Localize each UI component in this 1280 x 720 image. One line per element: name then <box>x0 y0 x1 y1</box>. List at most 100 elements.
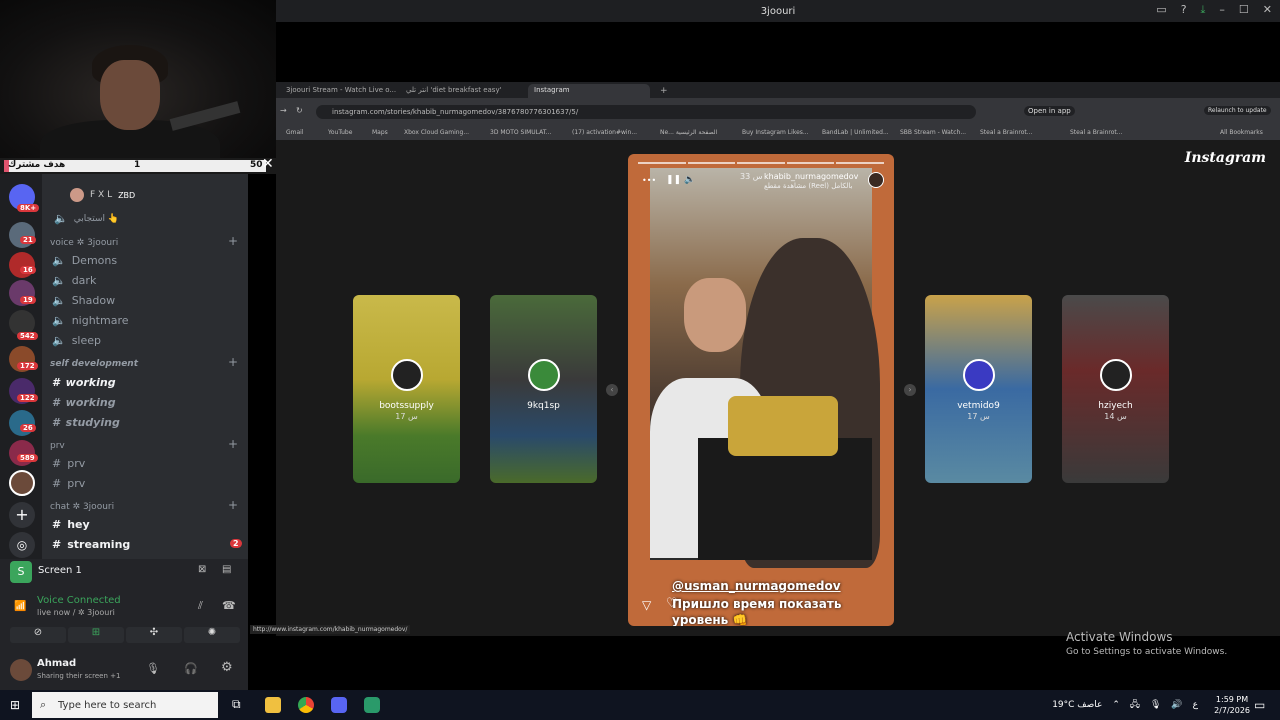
bookmark[interactable]: (17) activation#win... <box>572 129 637 136</box>
language-indicator[interactable]: ع <box>1193 700 1198 710</box>
text-channel[interactable]: # working <box>52 376 116 389</box>
headphones-icon[interactable]: 🎧 <box>184 662 198 675</box>
server-icon[interactable] <box>9 440 35 466</box>
stop-stream-icon[interactable]: ⊠ <box>198 564 206 575</box>
prev-story-button[interactable]: ‹ <box>606 384 618 396</box>
soundboard-button[interactable]: ✺ <box>184 627 240 643</box>
close-icon[interactable]: ✕ <box>262 156 274 172</box>
bookmark[interactable]: Steal a Brainrot... <box>1070 129 1123 136</box>
more-options-icon[interactable]: ••• <box>642 176 656 185</box>
share-icon[interactable]: ▽ <box>642 598 651 612</box>
voice-channel[interactable]: 🔈 Shadow <box>52 294 115 307</box>
pause-icon[interactable]: ❚❚ <box>666 175 681 185</box>
add-channel-icon[interactable]: + <box>228 234 238 248</box>
bookmark[interactable]: 3D MOTO SIMULAT... <box>490 129 551 136</box>
voice-status[interactable]: Voice Connected <box>37 595 121 606</box>
next-story-button[interactable]: › <box>904 384 916 396</box>
text-channel[interactable]: # studying <box>52 416 120 429</box>
settings-gear-icon[interactable]: ⚙ <box>221 660 233 675</box>
weather[interactable]: 19°C عاصف <box>1052 700 1102 710</box>
story-card[interactable]: bootssupply 17 س <box>353 295 460 483</box>
add-channel-icon[interactable]: + <box>228 355 238 369</box>
add-channel-icon[interactable]: + <box>228 437 238 451</box>
back-icon[interactable]: → <box>280 106 287 115</box>
tab-instagram[interactable]: Instagram <box>528 84 650 98</box>
microphone-icon[interactable]: 🎙 <box>1150 700 1161 710</box>
category-voice[interactable]: voice ✲ 3joouri <box>50 238 118 248</box>
new-tab-button[interactable]: + <box>654 84 674 98</box>
bookmark[interactable]: YouTube <box>328 129 352 136</box>
voice-user[interactable]: F X L ZBD <box>70 188 135 202</box>
bookmark[interactable]: Maps <box>372 129 388 136</box>
windows-start-icon[interactable]: ⊞ <box>10 698 20 712</box>
file-explorer-icon[interactable] <box>265 697 281 713</box>
bookmark[interactable]: Gmail <box>286 129 304 136</box>
camera-off-button[interactable]: ⊘ <box>10 627 66 643</box>
download-icon[interactable]: ⤓ <box>1201 3 1206 17</box>
server-icon[interactable] <box>9 470 35 496</box>
add-server-icon[interactable]: + <box>9 502 35 528</box>
bookmark[interactable]: Buy Instagram Likes... <box>742 129 809 136</box>
avatar[interactable] <box>10 659 32 681</box>
notifications-icon[interactable]: ▭ <box>1254 698 1265 712</box>
bookmark[interactable]: Xbox Cloud Gaming... <box>404 129 469 136</box>
heart-icon[interactable]: ♡ <box>666 596 678 611</box>
text-channel[interactable]: # hey <box>52 518 90 531</box>
instagram-logo[interactable]: Instagram <box>1185 150 1266 166</box>
text-channel[interactable]: # working <box>52 396 116 409</box>
category-chat[interactable]: chat ✲ 3joouri <box>50 502 114 512</box>
voice-channel[interactable]: 🔈 Demons <box>52 254 117 267</box>
category-prv[interactable]: prv <box>50 441 65 451</box>
bookmark[interactable]: Steal a Brainrot... <box>980 129 1033 136</box>
relaunch-button[interactable]: Relaunch to update <box>1204 106 1271 115</box>
disconnect-icon[interactable]: ☎ <box>222 599 236 612</box>
text-channel[interactable]: # streaming <box>52 538 130 551</box>
task-view-icon[interactable]: ⧉ <box>232 697 248 713</box>
bookmark[interactable]: SBB Stream - Watch... <box>900 129 966 136</box>
activities-button[interactable]: ✣ <box>126 627 182 643</box>
tab-stream[interactable]: 3joouri Stream - Watch Live o... <box>280 84 400 98</box>
tab-search[interactable]: انتر تلي 'diet breakfast easy' <box>400 84 524 98</box>
clock[interactable]: 1:59 PM 2/7/2026 <box>1214 694 1250 716</box>
server-icon[interactable] <box>9 252 35 278</box>
story-card[interactable]: 9kq1sp <box>490 295 597 483</box>
bookmark[interactable]: Ne... الصفحة الرئيسية <box>660 129 717 136</box>
voice-channel[interactable]: 🔈 sleep <box>52 334 101 347</box>
url-field[interactable]: instagram.com/stories/khabib_nurmagomedo… <box>316 105 976 119</box>
microphone-icon[interactable]: 🎙 <box>146 662 160 675</box>
bookmark[interactable]: All Bookmarks <box>1220 129 1263 136</box>
discover-icon[interactable]: ◎ <box>9 532 35 558</box>
server-icon[interactable] <box>9 222 35 248</box>
maximize-button[interactable]: ☐ <box>1239 3 1249 17</box>
story-card[interactable]: hziyech 14 س <box>1062 295 1169 483</box>
volume-icon[interactable]: 🔊 <box>1171 700 1182 710</box>
add-channel-icon[interactable]: + <box>228 498 238 512</box>
close-button[interactable]: ✕ <box>1263 3 1272 17</box>
screen-share-label[interactable]: Screen 1 <box>38 565 82 576</box>
story-subtitle[interactable]: مشاهدة مقطع (Reel) بالكامل <box>764 182 852 190</box>
server-icon[interactable] <box>9 410 35 436</box>
active-story[interactable]: ••• ❚❚ 🔈 khabib_nurmagomedov 33 س مشاهدة… <box>628 154 894 626</box>
reload-icon[interactable]: ↻ <box>296 106 303 115</box>
caption-mention[interactable]: @usman_nurmagomedov <box>672 579 841 593</box>
network-icon[interactable]: 🖧 <box>1130 697 1140 713</box>
inbox-icon[interactable]: ▭ <box>1156 3 1166 17</box>
app-icon[interactable] <box>364 697 380 713</box>
voice-channel[interactable]: 🔈 nightmare <box>52 314 129 327</box>
stream-settings-icon[interactable]: ▤ <box>222 564 231 575</box>
chrome-icon[interactable] <box>298 697 314 713</box>
help-icon[interactable]: ? <box>1181 3 1187 17</box>
volume-icon[interactable]: 🔈 <box>684 175 695 185</box>
story-card[interactable]: vetmido9 17 س <box>925 295 1032 483</box>
minimize-button[interactable]: – <box>1219 3 1225 17</box>
category-self-development[interactable]: self development <box>50 359 138 369</box>
noise-suppression-icon[interactable]: ⫽ <box>198 599 203 613</box>
share-screen-button[interactable]: ⊞ <box>68 627 124 643</box>
discord-icon[interactable] <box>331 697 347 713</box>
story-username[interactable]: khabib_nurmagomedov <box>764 172 858 181</box>
taskbar-search[interactable]: ⌕ Type here to search <box>32 692 218 718</box>
voice-channel[interactable]: 🔈 dark <box>52 274 96 287</box>
bookmark[interactable]: BandLab | Unlimited... <box>822 129 889 136</box>
chevron-up-icon[interactable]: ⌃ <box>1112 700 1120 710</box>
open-in-app-button[interactable]: Open in app <box>1024 106 1075 116</box>
